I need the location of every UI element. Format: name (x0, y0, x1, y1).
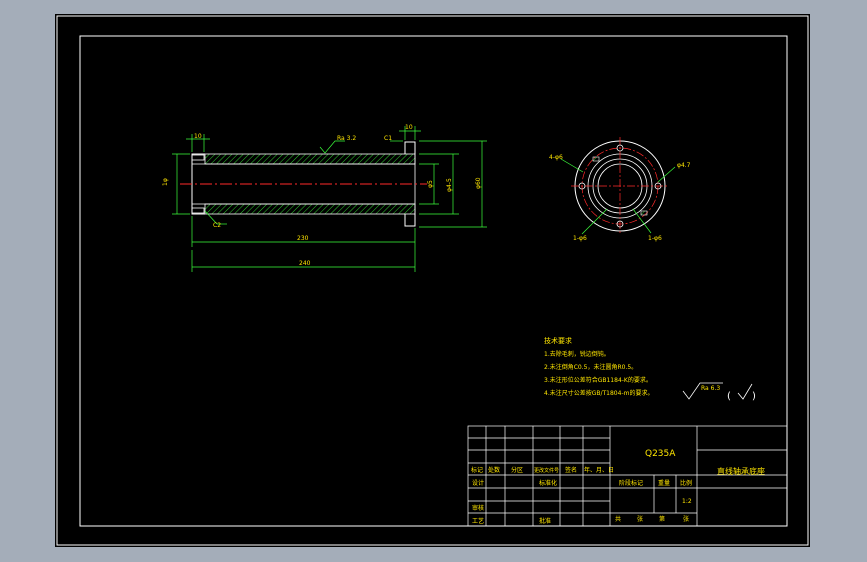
label-sheet: 张 (683, 515, 689, 523)
dim-chamfer-top-left: 10 (194, 133, 202, 140)
right-top-flange (404, 141, 416, 154)
dim-len-inner: 230 (297, 235, 309, 242)
dim-len-total: 240 (299, 260, 311, 267)
dim-width-right-top: 10 (405, 124, 413, 131)
left-bottom-notch (191, 207, 205, 214)
dim-dia-outer: φ60 (475, 177, 482, 189)
roughness-value: Ra 6.3 (701, 385, 720, 392)
scale-value: 1:2 (682, 498, 692, 505)
label-count: 处数 (488, 466, 500, 474)
section-view: 10 Ra 3.2 C1 10 1φ φ5 φ4-5 φ60 C2 230 24… (162, 124, 487, 272)
label-process: 工艺 (472, 517, 484, 525)
notes-line-4: 4.未注尺寸公差按GB/T1804-m的要求。 (544, 389, 653, 397)
end-label-bottom-right: 1-φ6 (648, 235, 662, 242)
top-wall-hatch (204, 153, 416, 165)
dim-dia-inner: φ5 (427, 180, 434, 188)
label-sheets: 张 (637, 515, 643, 523)
end-view: 4-φ6 φ4.7 1-φ6 1-φ6 (549, 137, 691, 242)
label-signature: 签名 (565, 466, 577, 474)
roughness-bracket-open: ( (727, 391, 731, 402)
label-review: 审核 (472, 504, 484, 512)
left-top-notch (191, 154, 205, 161)
dim-roughness-top: Ra 3.2 (337, 135, 356, 142)
notes-title: 技术要求 (544, 336, 572, 345)
label-zone: 分区 (511, 466, 523, 474)
label-sheets-total: 共 (615, 515, 621, 523)
dim-chamfer-c2: C2 (213, 222, 221, 229)
label-standardize: 标准化 (539, 479, 557, 487)
dim-chamfer-c1: C1 (384, 135, 392, 142)
technical-notes: 技术要求 1.去除毛刺，锐边倒钝。 2.未注倒角C0.5，未注圆角R0.5。 3… (544, 336, 653, 397)
label-change-doc: 更改文件号 (534, 467, 559, 474)
material-text: Q235A (645, 449, 676, 459)
bottom-wall-hatch (204, 203, 416, 215)
dim-dia-left: 1φ (162, 178, 169, 186)
end-label-bottom-left: 1-φ6 (573, 235, 587, 242)
label-scale: 比例 (680, 479, 692, 487)
cad-drawing: 10 Ra 3.2 C1 10 1φ φ5 φ4-5 φ60 C2 230 24… (56, 15, 809, 546)
outer-frame (56, 15, 809, 546)
label-mark: 标记 (471, 466, 483, 474)
notes-line-2: 2.未注倒角C0.5，未注圆角R0.5。 (544, 363, 637, 371)
part-name-text: 直线轴承底座 (717, 466, 765, 476)
label-date: 年、月、日 (584, 466, 614, 474)
dim-dia-mid: φ4-5 (446, 178, 453, 192)
notes-line-1: 1.去除毛刺，锐边倒钝。 (544, 350, 610, 358)
end-label-right-top: φ4.7 (677, 162, 691, 169)
label-approve: 批准 (539, 517, 551, 525)
label-stage-mark: 阶段标记 (619, 479, 643, 487)
label-weight: 重量 (658, 479, 670, 487)
section-dimensions (172, 126, 487, 272)
right-bottom-flange (404, 214, 416, 227)
label-design: 设计 (472, 479, 484, 487)
roughness-bracket-close: ) (752, 391, 756, 402)
inner-frame (79, 35, 788, 527)
title-block: Q235A 直线轴承底座 标记 处数 分区 更改文件号 签名 年、月、日 设计 … (467, 425, 788, 527)
notes-line-3: 3.未注形位公差符合GB1184-K的要求。 (544, 376, 652, 384)
surface-roughness-symbol: Ra 6.3 ( ) (682, 382, 756, 402)
label-sheet-no: 第 (659, 515, 665, 523)
drawing-sheet: 10 Ra 3.2 C1 10 1φ φ5 φ4-5 φ60 C2 230 24… (55, 14, 810, 547)
end-label-left-top: 4-φ6 (549, 154, 563, 161)
